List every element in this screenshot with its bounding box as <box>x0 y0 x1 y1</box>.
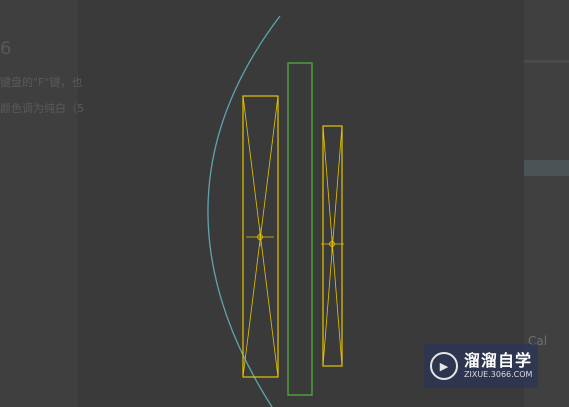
center-green-post <box>287 62 313 396</box>
right-box-frame <box>321 125 344 367</box>
watermark-url: ZIXUE.3066.COM <box>464 370 533 379</box>
left-box-frame <box>242 95 279 378</box>
watermark-badge: ▶ 溜溜自学 ZIXUE.3066.COM <box>424 344 538 388</box>
watermark-title: 溜溜自学 <box>464 351 533 370</box>
play-logo-icon: ▶ <box>430 352 458 380</box>
door-swing-arc <box>207 15 281 407</box>
